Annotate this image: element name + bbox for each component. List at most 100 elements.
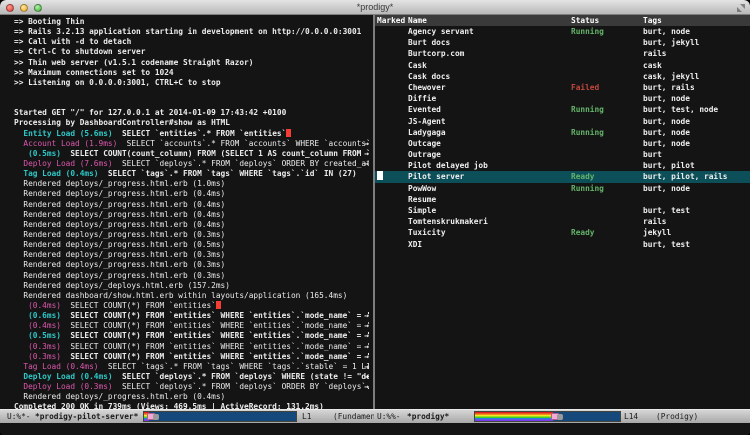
log-line: Rendered deploys/_progress.html.erb (0.3…	[14, 271, 369, 281]
service-row[interactable]: Caskcask	[375, 60, 750, 71]
log-line: >> Listening on 0.0.0.0:3001, CTRL+C to …	[14, 78, 369, 88]
truncation-arrow-icon: →	[364, 139, 369, 149]
modeline-right: U:%%- *prodigy* L14 (Prodigy)	[374, 409, 750, 423]
service-row[interactable]: Outrageburt	[375, 149, 750, 160]
service-name: Simple	[408, 205, 436, 216]
log-text: SELECT `accounts`.* FROM `accounts` WHER…	[117, 139, 369, 148]
log-text: SELECT `tags`.* FROM `tags` WHERE `tags`…	[99, 362, 370, 371]
log-line: Rendered deploys/_progress.html.erb (0.4…	[14, 210, 369, 220]
service-list: Agency servantRunningburt, nodeBurt docs…	[375, 26, 750, 250]
log-line: Deploy Load (7.6ms) SELECT `deploys`.* F…	[14, 159, 369, 169]
log-text: (0.3ms)	[28, 342, 61, 351]
service-row[interactable]: ChewoverFailedburt, rails	[375, 82, 750, 93]
truncation-arrow-icon: →	[364, 362, 369, 372]
nyan-rainbow-trail	[475, 412, 553, 421]
service-row[interactable]: Tomtenskrukmakerirails	[375, 216, 750, 227]
service-row[interactable]: Burtcorp.comrails	[375, 48, 750, 59]
log-text: Tag Load (0.4ms)	[23, 362, 98, 371]
nyan-cat-head	[153, 414, 159, 420]
service-row[interactable]: XDIburt, test	[375, 239, 750, 250]
log-text: (0.6ms)	[28, 311, 61, 320]
close-button[interactable]	[6, 4, 14, 12]
log-text: Rendered deploys/_progress.html.erb (0.3…	[14, 250, 225, 259]
service-name: Cask docs	[408, 71, 450, 82]
service-row[interactable]: Burt docsburt, jekyll	[375, 37, 750, 48]
service-tags: burt, node	[643, 116, 690, 127]
service-row[interactable]: Agency servantRunningburt, node	[375, 26, 750, 37]
service-name: Tomtenskrukmakeri	[408, 216, 488, 227]
log-line: (0.6ms) SELECT COUNT(*) FROM `entities` …	[14, 311, 369, 321]
service-row[interactable]: Resume	[375, 194, 750, 205]
log-text: (0.5ms)	[28, 331, 61, 340]
service-name: JS-Agent	[408, 116, 446, 127]
modeline-buffer-name: *prodigy*	[407, 410, 449, 423]
modeline-flags: U:%*-	[7, 410, 30, 423]
service-tags: burt, node	[643, 138, 690, 149]
log-line: Account Load (1.9ms) SELECT `accounts`.*…	[14, 139, 369, 149]
service-tags: burt, pilot	[643, 160, 695, 171]
service-tags: burt, node	[643, 183, 690, 194]
log-line	[14, 98, 369, 108]
log-line: Rendered deploys/_progress.html.erb (0.4…	[14, 200, 369, 210]
column-header-tags: Tags	[643, 15, 662, 26]
log-text: Started GET "/" for 127.0.0.1 at 2014-01…	[14, 108, 286, 117]
log-text	[14, 301, 28, 310]
log-text: >> Thin web server (v1.5.1 codename Stra…	[14, 58, 253, 67]
log-text: => Call with -d to detach	[14, 37, 131, 46]
log-line: Rendered deploys/_progress.html.erb (0.3…	[14, 230, 369, 240]
service-tags: burt, test	[643, 205, 690, 216]
service-status: Running	[571, 104, 604, 115]
log-text: Rendered deploys/_progress.html.erb (0.4…	[14, 392, 225, 401]
service-row[interactable]: PowWowRunningburt, node	[375, 183, 750, 194]
service-name: Diffie	[408, 93, 436, 104]
service-name: Evented	[408, 104, 441, 115]
nyan-progress-bar	[474, 411, 621, 422]
zoom-button[interactable]	[34, 4, 42, 12]
service-status: Running	[571, 26, 604, 37]
minibuffer[interactable]	[0, 423, 750, 435]
log-text: Rendered deploys/_deploys.html.erb (157.…	[14, 281, 230, 290]
log-text: Deploy Load (7.6ms)	[23, 159, 112, 168]
service-row[interactable]: Diffieburt, node	[375, 93, 750, 104]
log-line: Deploy Load (0.4ms) SELECT `deploys`.* F…	[14, 372, 369, 382]
log-text: Completed 200 OK in 739ms (Views: 469.5m…	[14, 402, 324, 409]
log-line: Rendered deploys/_progress.html.erb (0.5…	[14, 240, 369, 250]
service-row[interactable]: Outcageburt, node	[375, 138, 750, 149]
log-line: Tag Load (0.4ms) SELECT `tags`.* FROM `t…	[14, 169, 369, 179]
log-text: SELECT COUNT(*) FROM `entities`	[61, 301, 216, 310]
service-row[interactable]: JS-Agent burt, node	[375, 116, 750, 127]
emacs-window: *prodigy* => Booting Thin=> Rails 3.2.13…	[0, 0, 750, 435]
service-row[interactable]: Simple burt, test	[375, 205, 750, 216]
service-row[interactable]: Cask docscask, jekyll	[375, 71, 750, 82]
service-row[interactable]: Pilot delayed jobburt, pilot	[375, 160, 750, 171]
service-status: Running	[571, 127, 604, 138]
log-line: Rendered deploys/_progress.html.erb (0.4…	[14, 392, 369, 402]
service-row[interactable]: TuxicityReadyjekyll	[375, 227, 750, 238]
log-line: (0.3ms) SELECT COUNT(*) FROM `entities` …	[14, 352, 369, 362]
service-row[interactable]: EventedRunningburt, test, node	[375, 104, 750, 115]
service-name: Ladygaga	[408, 127, 446, 138]
modeline-left: U:%*- *prodigy-pilot-server* L1 (Fundame…	[0, 409, 374, 423]
log-text: Tag Load (0.4ms)	[23, 169, 98, 178]
service-row[interactable]: LadygagaRunningburt, node	[375, 127, 750, 138]
log-line: (0.4ms) SELECT COUNT(*) FROM `entities`	[14, 301, 369, 311]
truncation-arrow-icon: →	[364, 382, 369, 392]
service-status: Ready	[571, 171, 594, 182]
ansi-cursor-block	[216, 301, 221, 309]
titlebar[interactable]: *prodigy*	[0, 0, 750, 15]
fullscreen-icon[interactable]	[737, 4, 745, 12]
log-text: (0.5ms)	[28, 149, 61, 158]
log-line: >> Maximum connections set to 1024	[14, 68, 369, 78]
service-tags: burt, jekyll	[643, 37, 699, 48]
service-row[interactable]: Pilot serverReadyburt, pilot, rails	[375, 171, 750, 182]
prodigy-pane[interactable]: Marked Name Status Tags Agency servantRu…	[375, 15, 750, 409]
service-name: Cask	[408, 60, 427, 71]
service-status: Running	[571, 183, 604, 194]
log-line: Rendered deploys/_progress.html.erb (0.4…	[14, 220, 369, 230]
server-log-pane[interactable]: => Booting Thin=> Rails 3.2.13 applicati…	[0, 15, 373, 409]
modeline-major-mode: (Prodigy)	[656, 410, 698, 423]
log-line: (0.5ms) SELECT COUNT(count_column) FROM …	[14, 149, 369, 159]
minimize-button[interactable]	[20, 4, 28, 12]
emacs-frame: => Booting Thin=> Rails 3.2.13 applicati…	[0, 15, 750, 435]
log-text: Account Load (1.9ms)	[23, 139, 117, 148]
